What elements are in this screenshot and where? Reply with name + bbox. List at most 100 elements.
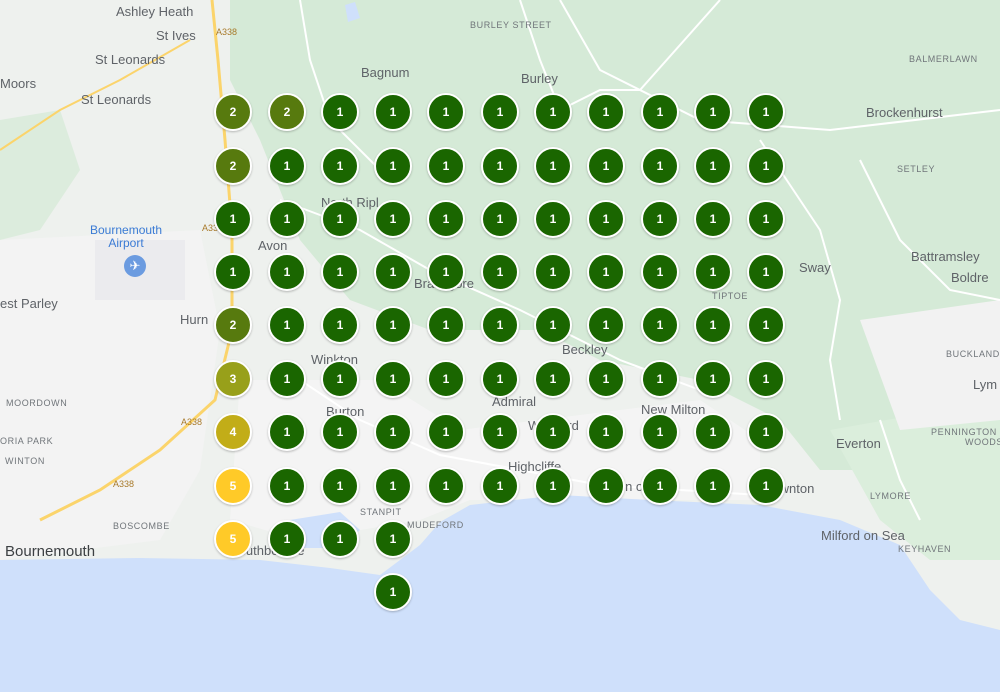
cluster-marker[interactable]: 1: [321, 520, 359, 558]
cluster-marker[interactable]: 1: [427, 306, 465, 344]
cluster-marker[interactable]: 1: [481, 200, 519, 238]
cluster-marker[interactable]: 1: [268, 413, 306, 451]
cluster-marker[interactable]: 1: [481, 147, 519, 185]
cluster-marker[interactable]: 1: [694, 467, 732, 505]
cluster-marker[interactable]: 1: [214, 200, 252, 238]
cluster-marker[interactable]: 1: [427, 200, 465, 238]
cluster-marker[interactable]: 1: [374, 520, 412, 558]
cluster-marker[interactable]: 1: [481, 413, 519, 451]
cluster-marker[interactable]: 1: [587, 306, 625, 344]
cluster-marker[interactable]: 1: [747, 413, 785, 451]
cluster-marker[interactable]: 1: [694, 413, 732, 451]
cluster-marker[interactable]: 1: [747, 93, 785, 131]
cluster-marker[interactable]: 1: [374, 467, 412, 505]
cluster-marker[interactable]: 1: [747, 253, 785, 291]
cluster-marker[interactable]: 1: [641, 93, 679, 131]
cluster-marker[interactable]: 2: [214, 93, 252, 131]
cluster-marker[interactable]: 1: [587, 253, 625, 291]
cluster-marker[interactable]: 1: [641, 253, 679, 291]
cluster-marker[interactable]: 1: [641, 200, 679, 238]
cluster-marker[interactable]: 1: [268, 520, 306, 558]
cluster-marker[interactable]: 4: [214, 413, 252, 451]
cluster-marker[interactable]: 1: [534, 360, 572, 398]
cluster-marker[interactable]: 1: [694, 253, 732, 291]
cluster-marker[interactable]: 1: [374, 93, 412, 131]
cluster-marker[interactable]: 1: [587, 200, 625, 238]
cluster-marker[interactable]: 1: [268, 467, 306, 505]
cluster-marker[interactable]: 1: [374, 147, 412, 185]
cluster-marker[interactable]: 1: [321, 253, 359, 291]
cluster-marker[interactable]: 1: [481, 360, 519, 398]
cluster-marker[interactable]: 1: [427, 413, 465, 451]
cluster-marker[interactable]: 1: [321, 93, 359, 131]
map-canvas[interactable]: Ashley Heath St Ives St Leonards Moors St Le…: [0, 0, 1000, 692]
cluster-marker[interactable]: 1: [747, 200, 785, 238]
cluster-marker[interactable]: 1: [374, 253, 412, 291]
cluster-marker[interactable]: 1: [481, 306, 519, 344]
cluster-marker[interactable]: 1: [534, 147, 572, 185]
cluster-marker[interactable]: 1: [587, 93, 625, 131]
map-label: Everton: [836, 436, 881, 451]
cluster-marker[interactable]: 1: [321, 200, 359, 238]
cluster-marker[interactable]: 1: [321, 147, 359, 185]
cluster-marker[interactable]: 1: [747, 467, 785, 505]
cluster-marker[interactable]: 1: [374, 573, 412, 611]
cluster-marker[interactable]: 1: [374, 200, 412, 238]
airport-label: Bournemouth Airport: [90, 223, 163, 250]
cluster-marker[interactable]: 2: [214, 147, 252, 185]
cluster-marker[interactable]: 1: [427, 253, 465, 291]
cluster-marker[interactable]: 1: [534, 413, 572, 451]
cluster-marker[interactable]: 1: [747, 360, 785, 398]
cluster-marker[interactable]: 1: [427, 360, 465, 398]
cluster-marker[interactable]: 1: [321, 306, 359, 344]
map-label: A338: [113, 479, 135, 489]
cluster-marker[interactable]: 1: [374, 413, 412, 451]
cluster-marker[interactable]: 1: [374, 306, 412, 344]
cluster-marker[interactable]: 1: [587, 147, 625, 185]
map-label: Milford on Sea: [821, 528, 905, 543]
cluster-marker[interactable]: 1: [321, 413, 359, 451]
cluster-marker[interactable]: 1: [321, 467, 359, 505]
cluster-marker[interactable]: 1: [374, 360, 412, 398]
cluster-marker[interactable]: 2: [268, 93, 306, 131]
cluster-marker[interactable]: 1: [481, 93, 519, 131]
cluster-marker[interactable]: 1: [427, 93, 465, 131]
cluster-marker[interactable]: 5: [214, 467, 252, 505]
cluster-marker[interactable]: 1: [641, 413, 679, 451]
cluster-marker[interactable]: 2: [214, 306, 252, 344]
cluster-marker[interactable]: 1: [587, 413, 625, 451]
cluster-marker[interactable]: 1: [321, 360, 359, 398]
cluster-marker[interactable]: 1: [427, 147, 465, 185]
cluster-marker[interactable]: 1: [481, 253, 519, 291]
cluster-marker[interactable]: 1: [694, 200, 732, 238]
cluster-marker[interactable]: 1: [534, 467, 572, 505]
cluster-marker[interactable]: 1: [534, 200, 572, 238]
cluster-marker[interactable]: 1: [641, 306, 679, 344]
cluster-marker[interactable]: 5: [214, 520, 252, 558]
cluster-marker[interactable]: 3: [214, 360, 252, 398]
cluster-marker[interactable]: 1: [694, 360, 732, 398]
cluster-marker[interactable]: 1: [587, 467, 625, 505]
cluster-marker[interactable]: 1: [747, 306, 785, 344]
cluster-marker[interactable]: 1: [641, 147, 679, 185]
cluster-marker[interactable]: 1: [427, 467, 465, 505]
cluster-marker[interactable]: 1: [534, 93, 572, 131]
cluster-marker[interactable]: 1: [747, 147, 785, 185]
cluster-marker[interactable]: 1: [534, 306, 572, 344]
cluster-marker[interactable]: 1: [694, 93, 732, 131]
cluster-marker[interactable]: 1: [268, 200, 306, 238]
cluster-marker[interactable]: 1: [534, 253, 572, 291]
cluster-marker[interactable]: 1: [641, 467, 679, 505]
cluster-marker[interactable]: 1: [268, 147, 306, 185]
cluster-marker[interactable]: 1: [641, 360, 679, 398]
cluster-marker[interactable]: 1: [694, 306, 732, 344]
cluster-marker[interactable]: 1: [268, 360, 306, 398]
map-label: Boldre: [951, 270, 989, 285]
cluster-marker[interactable]: 1: [694, 147, 732, 185]
cluster-marker[interactable]: 1: [268, 306, 306, 344]
cluster-marker[interactable]: 1: [587, 360, 625, 398]
cluster-marker[interactable]: 1: [481, 467, 519, 505]
cluster-marker[interactable]: 1: [214, 253, 252, 291]
cluster-marker[interactable]: 1: [268, 253, 306, 291]
map-label: LYMORE: [870, 491, 911, 501]
